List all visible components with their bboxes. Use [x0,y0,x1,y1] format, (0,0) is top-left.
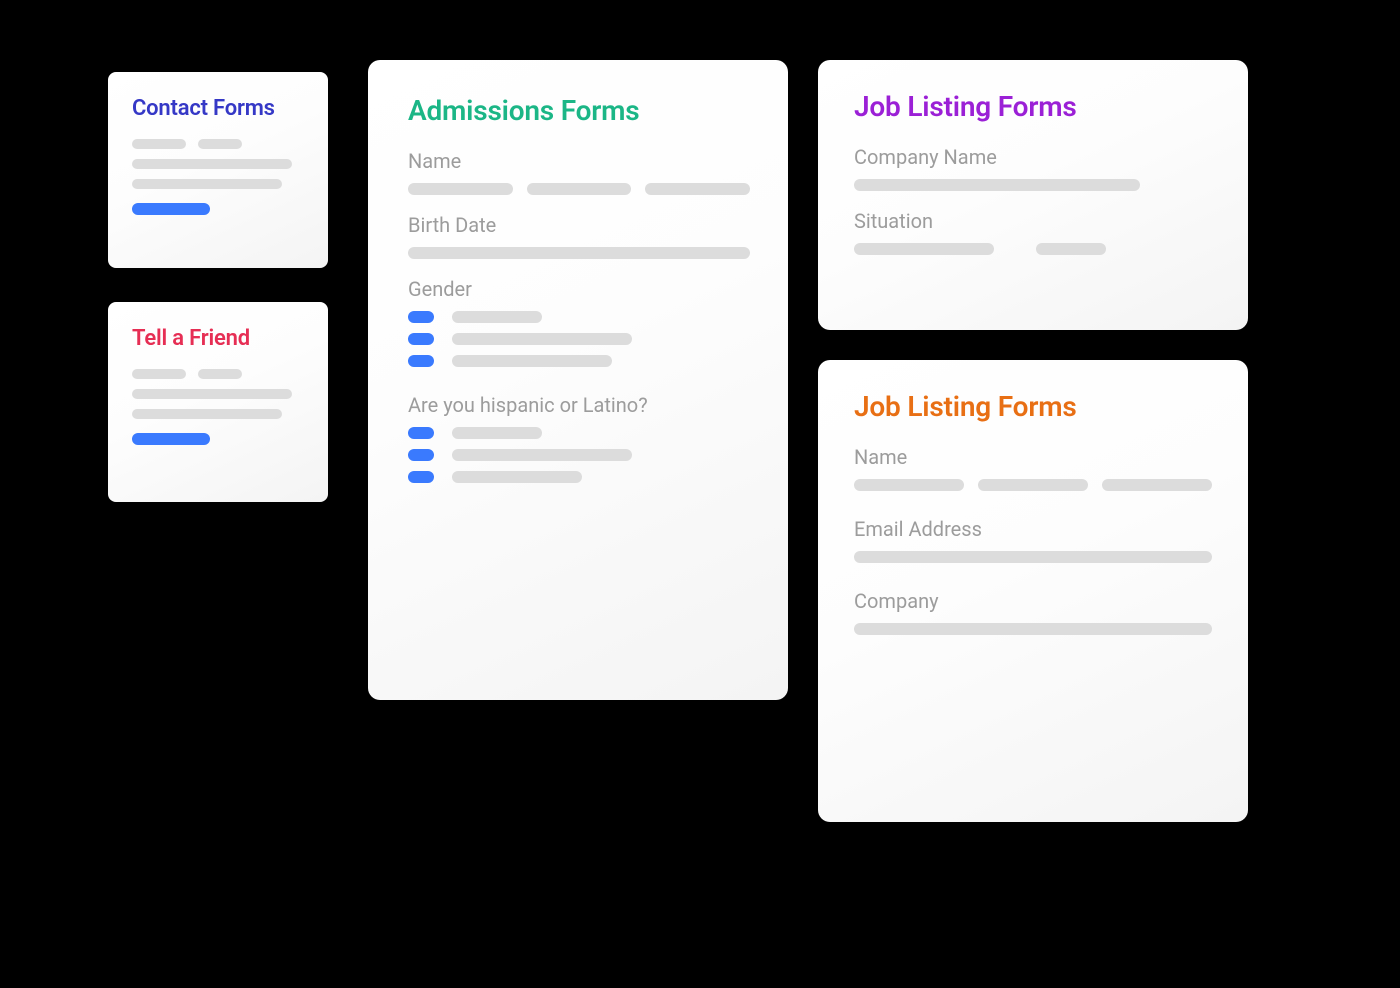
company-name-input-placeholder[interactable] [854,179,1140,191]
card-title: Contact Forms [132,96,304,121]
field-label-email: Email Address [854,517,1212,541]
card-title: Tell a Friend [132,326,304,351]
gender-option-2[interactable] [408,333,750,345]
card-title: Admissions Forms [408,94,750,127]
placeholder-lines [132,139,304,189]
field-label-gender: Gender [408,277,750,301]
hispanic-option-3[interactable] [408,471,750,483]
canvas: Contact Forms Tell a Friend Admissions F… [0,0,1400,988]
field-label-name: Name [854,445,1212,469]
card-title: Job Listing Forms [854,90,1212,123]
field-label-company-name: Company Name [854,145,1212,169]
field-label-name: Name [408,149,750,173]
field-label-company: Company [854,589,1212,613]
situation-input-placeholder[interactable] [854,243,1212,255]
field-label-hispanic: Are you hispanic or Latino? [408,393,750,417]
card-job-listing-purple[interactable]: Job Listing Forms Company Name Situation [818,60,1248,330]
card-contact-forms[interactable]: Contact Forms [108,72,328,268]
submit-button-placeholder[interactable] [132,203,210,215]
gender-option-1[interactable] [408,311,750,323]
placeholder-lines [132,369,304,419]
gender-option-3[interactable] [408,355,750,367]
name-input-placeholder[interactable] [408,183,750,195]
birth-date-input-placeholder[interactable] [408,247,750,259]
name-input-placeholder[interactable] [854,479,1212,491]
hispanic-option-1[interactable] [408,427,750,439]
card-title: Job Listing Forms [854,390,1212,423]
card-tell-a-friend[interactable]: Tell a Friend [108,302,328,502]
card-admissions-forms[interactable]: Admissions Forms Name Birth Date Gender … [368,60,788,700]
field-label-birth-date: Birth Date [408,213,750,237]
submit-button-placeholder[interactable] [132,433,210,445]
field-label-situation: Situation [854,209,1212,233]
company-input-placeholder[interactable] [854,623,1212,635]
email-input-placeholder[interactable] [854,551,1212,563]
hispanic-option-2[interactable] [408,449,750,461]
card-job-listing-orange[interactable]: Job Listing Forms Name Email Address Com… [818,360,1248,822]
